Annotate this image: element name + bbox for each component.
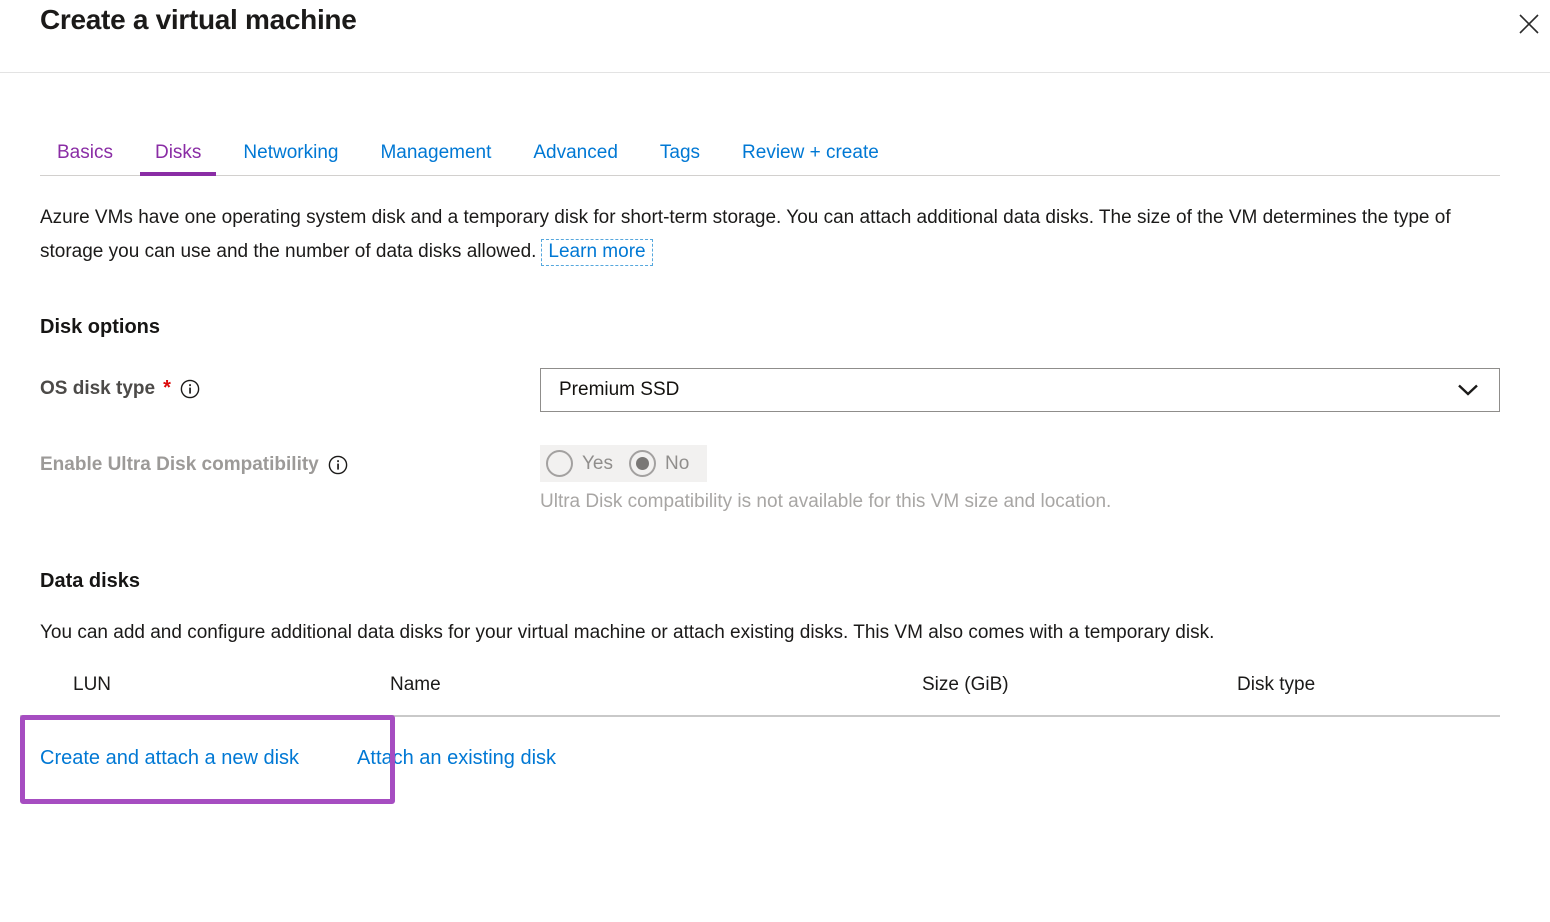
radio-unselected-icon xyxy=(546,450,573,477)
create-attach-new-disk-link[interactable]: Create and attach a new disk xyxy=(40,747,299,770)
os-disk-type-select[interactable]: Premium SSD xyxy=(540,368,1500,412)
tab-advanced[interactable]: Advanced xyxy=(512,134,639,175)
radio-selected-icon xyxy=(629,450,656,477)
ultra-disk-no-radio[interactable]: No xyxy=(629,450,689,477)
info-icon[interactable] xyxy=(180,379,200,399)
table-divider xyxy=(20,715,1500,717)
tab-disks[interactable]: Disks xyxy=(134,134,222,175)
tab-tags[interactable]: Tags xyxy=(639,134,721,175)
data-disks-description: You can add and configure additional dat… xyxy=(40,616,1480,650)
ultra-disk-label: Enable Ultra Disk compatibility xyxy=(40,454,319,476)
tab-basics[interactable]: Basics xyxy=(40,134,134,175)
data-disks-actions: Create and attach a new disk Attach an e… xyxy=(40,747,1500,770)
chevron-down-icon xyxy=(1457,383,1479,397)
learn-more-link[interactable]: Learn more xyxy=(541,239,652,266)
column-header-name: Name xyxy=(390,674,441,696)
ultra-disk-row: Enable Ultra Disk compatibility Yes No U… xyxy=(40,445,1500,513)
ultra-disk-yes-radio[interactable]: Yes xyxy=(546,450,613,477)
dialog-header: Create a virtual machine xyxy=(0,0,1550,73)
info-icon[interactable] xyxy=(328,455,348,475)
disks-intro-text: Azure VMs have one operating system disk… xyxy=(40,201,1500,269)
column-header-size: Size (GiB) xyxy=(922,674,1009,696)
column-header-lun: LUN xyxy=(73,674,111,696)
data-disks-heading: Data disks xyxy=(40,570,1500,593)
data-disks-table-header: LUN Name Size (GiB) Disk type xyxy=(40,669,1500,717)
os-disk-type-label-group: OS disk type * xyxy=(40,368,540,400)
attach-existing-disk-link[interactable]: Attach an existing disk xyxy=(357,747,556,770)
ultra-disk-radio-group: Yes No xyxy=(540,445,707,482)
wizard-tabs: Basics Disks Networking Management Advan… xyxy=(40,134,1500,176)
tab-review-create[interactable]: Review + create xyxy=(721,134,900,175)
ultra-disk-helper-text: Ultra Disk compatibility is not availabl… xyxy=(540,491,1500,513)
os-disk-type-value: Premium SSD xyxy=(559,379,679,401)
required-marker: * xyxy=(163,377,171,400)
ultra-disk-label-group: Enable Ultra Disk compatibility xyxy=(40,445,540,476)
disk-options-heading: Disk options xyxy=(40,316,1500,339)
os-disk-type-row: OS disk type * Premium SSD xyxy=(40,368,1500,412)
no-radio-label: No xyxy=(665,453,689,475)
close-icon xyxy=(1518,13,1540,35)
tab-management[interactable]: Management xyxy=(359,134,512,175)
page-title: Create a virtual machine xyxy=(40,3,1550,36)
column-header-disk-type: Disk type xyxy=(1237,674,1315,696)
close-button[interactable] xyxy=(1508,4,1550,44)
yes-radio-label: Yes xyxy=(582,453,613,475)
tab-networking[interactable]: Networking xyxy=(222,134,359,175)
intro-text: Azure VMs have one operating system disk… xyxy=(40,207,1451,262)
os-disk-type-label: OS disk type xyxy=(40,378,155,400)
